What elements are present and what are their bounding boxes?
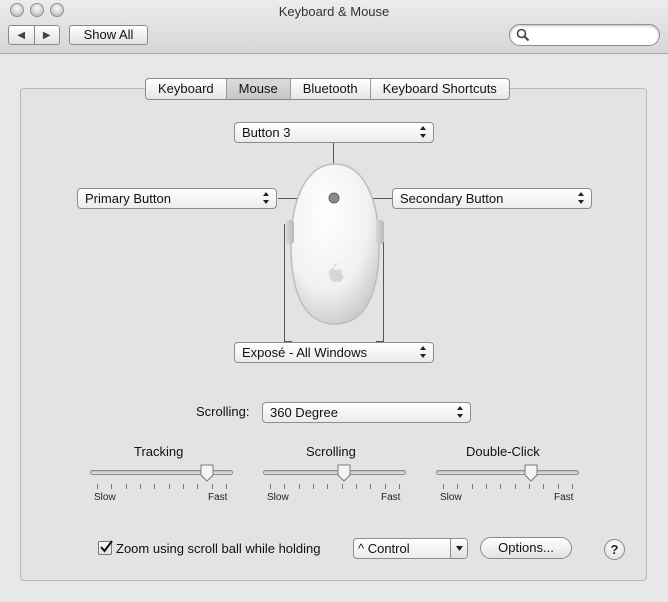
squeeze-button-popup[interactable]: Exposé - All Windows [234, 342, 434, 363]
left-button-popup-value: Primary Button [85, 191, 171, 206]
popup-arrows-icon [420, 346, 426, 358]
slider-tick [572, 484, 573, 489]
slider-tick [168, 484, 170, 489]
slider-tick [313, 484, 314, 489]
tab-keyboard-shortcuts[interactable]: Keyboard Shortcuts [369, 79, 509, 99]
window-titlebar: Keyboard & Mouse ◀ ▶ Show All [0, 0, 668, 54]
slider-tick [140, 484, 141, 489]
tab-mouse[interactable]: Mouse [225, 79, 290, 99]
zoom-modifier-arrow-box [450, 539, 467, 558]
slider-tick [399, 484, 400, 489]
checkmark-icon [100, 540, 113, 553]
scrolling-slider[interactable] [263, 470, 406, 475]
double-click-min-label: Slow [440, 492, 462, 503]
button3-popup[interactable]: Button 3 [234, 122, 434, 143]
slider-tick [154, 484, 156, 489]
slider-tick [97, 484, 98, 489]
double-click-slider-title: Double-Click [466, 444, 540, 459]
slider-tick [298, 484, 300, 489]
scrolling-slider-title: Scrolling [306, 444, 356, 459]
popup-arrows-icon [263, 192, 269, 204]
popup-arrows-icon [457, 406, 463, 418]
slider-tick [370, 484, 372, 489]
tracking-min-label: Slow [94, 492, 116, 503]
double-click-max-label: Fast [554, 492, 574, 503]
slider-tick [384, 484, 386, 489]
slider-tick [443, 484, 444, 489]
zoom-modifier-value: ^ Control [358, 541, 410, 556]
slider-tick [457, 484, 459, 489]
slider-tick [514, 484, 516, 489]
window-title: Keyboard & Mouse [278, 4, 390, 19]
tracking-max-label: Fast [208, 492, 228, 503]
forward-button[interactable]: ▶ [33, 26, 60, 44]
slider-tick [211, 484, 213, 489]
tab-keyboard[interactable]: Keyboard [146, 79, 226, 99]
slider-tick [543, 484, 545, 489]
tracking-slider-title: Tracking [134, 444, 184, 459]
slider-tick [500, 484, 502, 489]
slider-tick [270, 484, 271, 489]
scrolling-min-label: Slow [267, 492, 289, 503]
slider-tick [486, 484, 487, 489]
left-button-popup[interactable]: Primary Button [77, 188, 277, 209]
squeeze-button-popup-value: Exposé - All Windows [242, 345, 367, 360]
slider-tick [284, 484, 286, 489]
slider-tick [327, 484, 329, 489]
double-click-slider-thumb[interactable] [524, 464, 538, 482]
slider-tick [111, 484, 113, 489]
popup-arrows-icon [420, 126, 426, 138]
slider-tick [356, 484, 357, 489]
scrolling-mode-label: Scrolling: [196, 404, 250, 419]
show-all-button[interactable]: Show All [69, 25, 148, 45]
slider-tick [557, 484, 559, 489]
slider-tick [197, 484, 199, 489]
back-forward-control: ◀ ▶ [8, 25, 60, 45]
popup-arrows-icon [578, 192, 584, 204]
back-button[interactable]: ◀ [9, 26, 34, 44]
slider-tick [183, 484, 184, 489]
slider-tick [226, 484, 227, 489]
right-button-popup-value: Secondary Button [400, 191, 504, 206]
search-icon [516, 28, 530, 42]
double-click-slider[interactable] [436, 470, 579, 475]
zoom-modifier-popup[interactable]: ^ Control [353, 538, 468, 559]
right-button-popup[interactable]: Secondary Button [392, 188, 592, 209]
scrolling-mode-popup[interactable]: 360 Degree [262, 402, 471, 423]
slider-tick [125, 484, 127, 489]
search-field[interactable] [509, 24, 660, 46]
slider-tick [341, 484, 343, 489]
help-button[interactable]: ? [604, 539, 625, 560]
options-button[interactable]: Options... [480, 537, 572, 559]
slider-tick [529, 484, 530, 489]
slider-tick [471, 484, 473, 489]
tab-bar: Keyboard Mouse Bluetooth Keyboard Shortc… [145, 78, 510, 100]
scrolling-slider-thumb[interactable] [337, 464, 351, 482]
zoom-checkbox[interactable] [98, 540, 113, 555]
scrolling-mode-value: 360 Degree [270, 405, 338, 420]
scrolling-max-label: Fast [381, 492, 401, 503]
mighty-mouse-illustration [286, 163, 384, 325]
tab-bluetooth[interactable]: Bluetooth [289, 79, 370, 99]
zoom-label: Zoom using scroll ball while holding [116, 541, 321, 556]
chevron-down-icon [456, 546, 463, 551]
left-side-connector [284, 224, 285, 342]
tracking-slider-thumb[interactable] [200, 464, 214, 482]
button3-popup-value: Button 3 [242, 125, 291, 140]
